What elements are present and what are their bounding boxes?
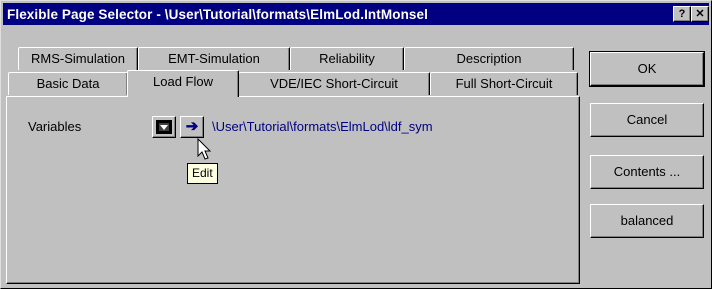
cancel-button[interactable]: Cancel	[590, 103, 704, 137]
tab-vde-iec-short-circuit[interactable]: VDE/IEC Short-Circuit	[238, 72, 430, 95]
contents-button[interactable]: Contents ...	[590, 155, 704, 189]
tab-reliability[interactable]: Reliability	[290, 47, 404, 70]
dropdown-icon	[156, 120, 172, 134]
mouse-pointer-icon	[197, 138, 212, 160]
close-button[interactable]: ✕	[691, 6, 709, 22]
tab-full-short-circuit[interactable]: Full Short-Circuit	[430, 72, 578, 95]
tab-basic-data[interactable]: Basic Data	[8, 72, 128, 95]
balanced-button[interactable]: balanced	[590, 204, 704, 238]
title-bar[interactable]: Flexible Page Selector - \User\Tutorial\…	[3, 3, 709, 25]
tab-load-flow[interactable]: Load Flow	[127, 70, 239, 97]
arrow-right-icon: ➔	[185, 118, 199, 135]
help-button[interactable]: ?	[673, 6, 691, 22]
jump-button[interactable]: ➔	[180, 116, 204, 138]
ok-button[interactable]: OK	[589, 51, 705, 87]
tab-rms-simulation[interactable]: RMS-Simulation	[18, 47, 138, 70]
tab-description[interactable]: Description	[404, 47, 574, 70]
tab-emt-simulation[interactable]: EMT-Simulation	[138, 47, 290, 70]
variables-dropdown-button[interactable]	[152, 116, 176, 138]
variables-path-link[interactable]: \User\Tutorial\formats\ElmLod\ldf_sym	[212, 119, 433, 134]
window-title: Flexible Page Selector - \User\Tutorial\…	[7, 6, 428, 22]
edit-tooltip: Edit	[187, 163, 218, 184]
variables-label: Variables	[28, 119, 82, 134]
